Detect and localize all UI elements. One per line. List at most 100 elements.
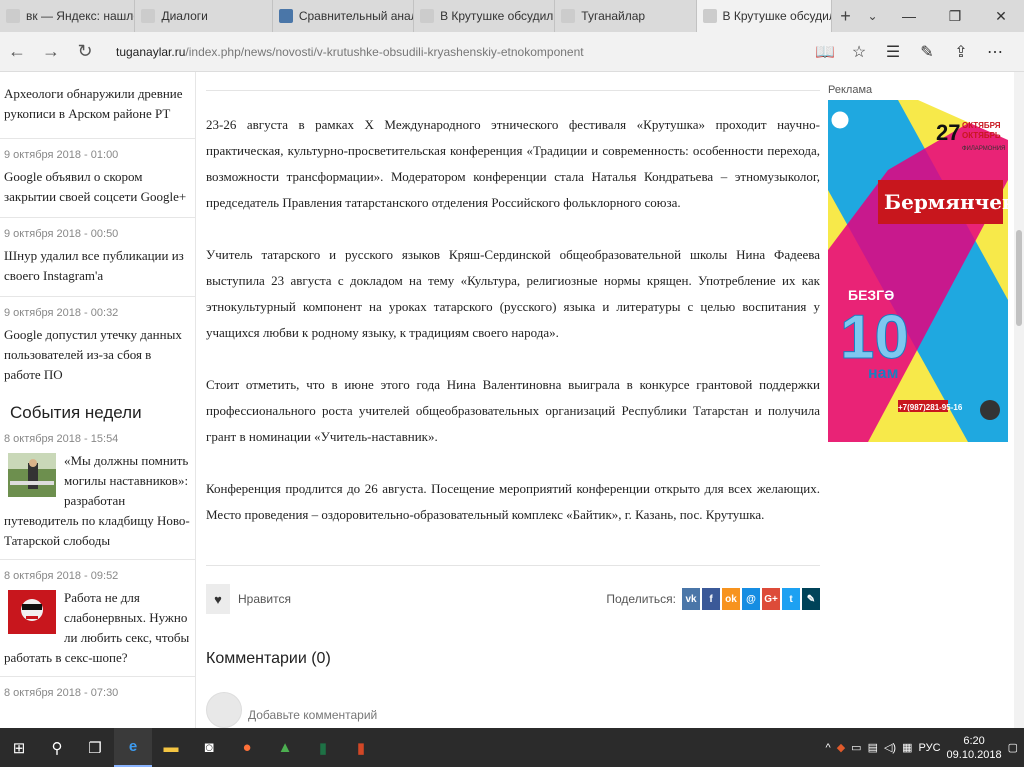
back-button[interactable]: ← [0, 35, 34, 69]
like-label[interactable]: Нравится [238, 592, 291, 606]
battery-icon[interactable]: ▭ [851, 741, 861, 754]
ad-anniv-number: 10 [840, 303, 909, 372]
ad-label: Реклама [828, 84, 873, 96]
address-bar[interactable]: tuganaylar.ru/index.php/news/novosti/v-k… [116, 45, 810, 59]
edge-browser-icon[interactable]: e [114, 728, 152, 767]
facebook-share-icon[interactable]: f [702, 588, 720, 610]
list-item[interactable]: Археологи обнаружили древние рукописи в … [0, 72, 195, 139]
tab-strip: вк — Яндекс: нашлось 101 Диалоги Сравнит… [0, 0, 1024, 32]
web-note-icon[interactable]: ✎ [912, 37, 942, 67]
tab-yandex[interactable]: вк — Яндекс: нашлось 101 [0, 0, 136, 32]
news-date: 8 октября 2018 - 15:54 [4, 433, 119, 445]
clock-time: 6:20 [963, 734, 985, 747]
news-date: 8 октября 2018 - 07:30 [4, 687, 119, 699]
share-icon[interactable]: ⇪ [946, 37, 976, 67]
news-thumbnail[interactable] [8, 453, 56, 497]
notifications-icon[interactable]: ▢ [1008, 741, 1018, 754]
windows-start-icon[interactable]: ⊞ [0, 728, 38, 767]
search-icon[interactable]: ⚲ [38, 728, 76, 767]
ad-anniv-word: БЕЗГӘ [848, 287, 894, 303]
page-icon [561, 9, 576, 23]
forward-button[interactable]: → [34, 35, 68, 69]
news-title[interactable]: Google допустил утечку данных пользовате… [4, 325, 191, 385]
news-thumbnail[interactable] [8, 590, 56, 634]
twitter-share-icon[interactable]: t [782, 588, 800, 610]
more-icon[interactable]: ⋯ [980, 37, 1010, 67]
clock[interactable]: 6:20 09.10.2018 [947, 734, 1002, 762]
store-icon[interactable]: ◙ [190, 728, 228, 767]
antivirus-icon[interactable]: ◆ [837, 741, 845, 754]
tab-krutushka-active[interactable]: В Крутушке обсудили ✕ [696, 0, 832, 32]
list-item[interactable]: 9 октября 2018 - 00:32 Google допустил у… [0, 297, 195, 391]
moimir-share-icon[interactable]: @ [742, 588, 760, 610]
restore-button[interactable]: ❐ [932, 0, 978, 32]
like-share-row: ♥ Нравится Поделиться: vk f ok @ G+ t ✎ [206, 584, 820, 614]
news-date: 9 октября 2018 - 00:32 [4, 307, 119, 319]
news-title[interactable]: Археологи обнаружили древние рукописи в … [4, 84, 191, 124]
list-item[interactable]: 8 октября 2018 - 09:52 Работа не для сла… [0, 560, 195, 677]
ad-date-month-tatar: ОКТЯБРЬ [962, 131, 1001, 140]
page-icon [6, 9, 20, 23]
tab-vk-analysis[interactable]: Сравнительный анализ иг [273, 0, 415, 32]
tab-krutushka-1[interactable]: В Крутушке обсудили кря [414, 0, 556, 32]
odnoklassniki-share-icon[interactable]: ok [722, 588, 740, 610]
ad-date-month: ОКТЯБРЯ [962, 121, 1001, 130]
article-paragraph: Стоит отметить, что в июне этого года Ни… [206, 377, 820, 444]
avatar [206, 692, 242, 728]
new-tab-button[interactable]: + [832, 0, 859, 32]
powerpoint-icon[interactable]: ▮ [342, 728, 380, 767]
refresh-button[interactable]: ↻ [68, 35, 102, 69]
favorite-star-icon[interactable]: ☆ [844, 37, 874, 67]
url-domain: tuganaylar.ru [116, 44, 186, 59]
googleplus-share-icon[interactable]: G+ [762, 588, 780, 610]
scrollbar-thumb[interactable] [1016, 230, 1022, 326]
hub-icon[interactable]: ☰ [878, 37, 908, 67]
tab-list-chevron-icon[interactable]: ⌄ [859, 0, 886, 32]
article-paragraph: Учитель татарского и русского языков Кря… [206, 247, 820, 340]
tab-tuganaylar[interactable]: Туганайлар [555, 0, 697, 32]
news-date: 9 октября 2018 - 01:00 [4, 149, 119, 161]
article-paragraph: Конференция продлится до 26 августа. Пос… [206, 481, 820, 522]
keyboard-icon[interactable]: ▦ [902, 741, 912, 754]
ad-banner[interactable]: 27 ОКТЯБРЯ ОКТЯБРЬ ФИЛАРМОНИЯ Бермянчек … [828, 100, 1008, 442]
ad-phone: +7(987)281-95-16 [898, 403, 963, 412]
volume-icon[interactable]: ◁) [884, 741, 896, 754]
livejournal-share-icon[interactable]: ✎ [802, 588, 820, 610]
tab-title: Сравнительный анализ иг [298, 9, 413, 23]
network-icon[interactable]: ▤ [868, 741, 878, 754]
news-date: 8 октября 2018 - 09:52 [4, 570, 119, 582]
divider [206, 90, 820, 91]
page-scrollbar[interactable] [1014, 72, 1024, 728]
like-heart-icon[interactable]: ♥ [206, 584, 230, 614]
page-icon [141, 9, 156, 23]
minimize-button[interactable]: — [886, 0, 932, 32]
comment-input[interactable]: Добавьте комментарий [248, 708, 377, 722]
news-title[interactable]: Google объявил о скором закрытии своей с… [4, 167, 191, 207]
navigation-bar: ← → ↻ tuganaylar.ru/index.php/news/novos… [0, 32, 1024, 72]
excel-icon[interactable]: ▮ [304, 728, 342, 767]
language-indicator[interactable]: РУС [919, 742, 941, 754]
page-icon [420, 9, 435, 23]
reading-view-icon[interactable]: 📖 [810, 37, 840, 67]
firefox-icon[interactable]: ● [228, 728, 266, 767]
list-item[interactable]: 8 октября 2018 - 15:54 «Мы должны помнит… [0, 433, 195, 560]
news-title[interactable]: Шнур удалил все публикации из своего Ins… [4, 246, 191, 286]
tab-dialogs[interactable]: Диалоги [135, 0, 273, 32]
url-path: /index.php/news/novosti/v-krutushke-obsu… [185, 44, 584, 59]
tab-title: Туганайлар [581, 9, 646, 23]
article-body: 23-26 августа в рамках X Международного … [206, 112, 820, 554]
divider [206, 565, 820, 566]
task-view-icon[interactable]: ❐ [76, 728, 114, 767]
file-explorer-icon[interactable]: ▬ [152, 728, 190, 767]
vk-share-icon[interactable]: vk [682, 588, 700, 610]
comments-heading: Комментарии (0) [206, 650, 331, 667]
list-item[interactable]: 9 октября 2018 - 00:50 Шнур удалил все п… [0, 218, 195, 297]
ad-date-number: 27 [936, 120, 960, 145]
ad-anniv-sub: нам [868, 365, 898, 382]
photos-icon[interactable]: ▲ [266, 728, 304, 767]
list-item[interactable]: 8 октября 2018 - 07:30 [0, 677, 195, 699]
ad-title: Бермянчек [884, 190, 1008, 214]
tray-chevron-icon[interactable]: ^ [826, 742, 831, 754]
close-window-button[interactable]: ✕ [978, 0, 1024, 32]
list-item[interactable]: 9 октября 2018 - 01:00 Google объявил о … [0, 139, 195, 218]
